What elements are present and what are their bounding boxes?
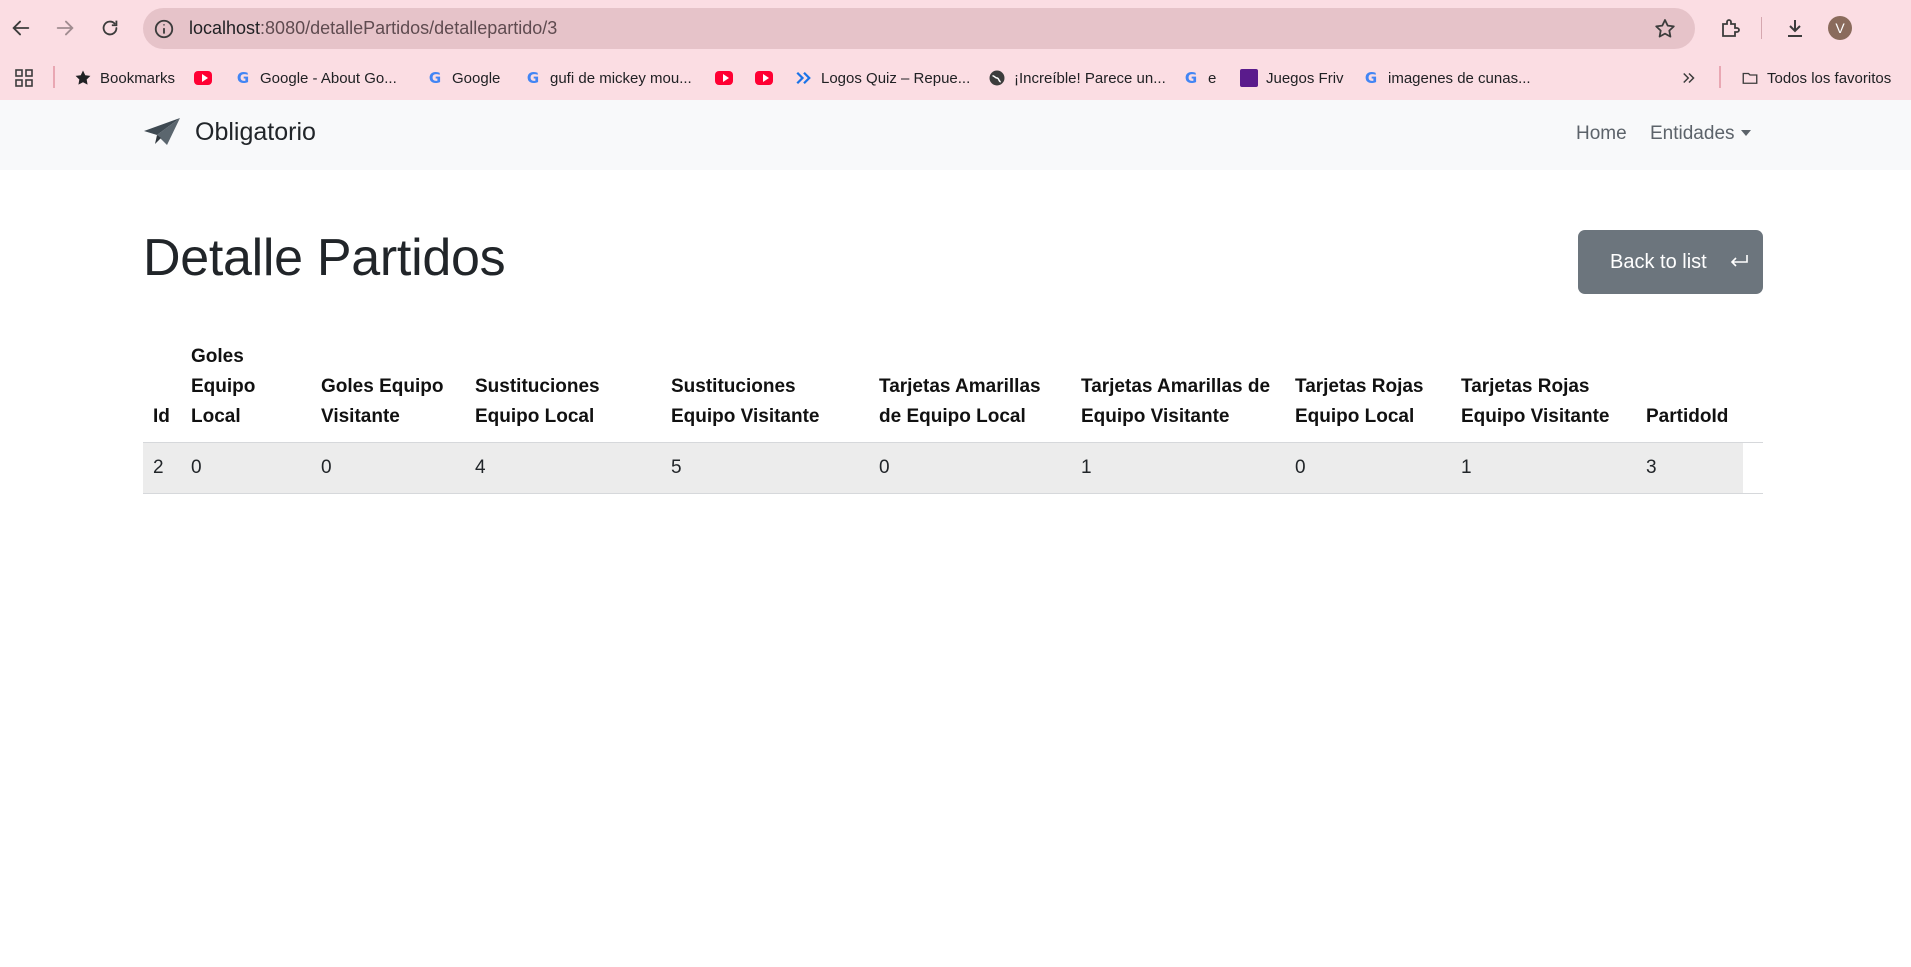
bookmark-label: ¡Increíble! Parece un...: [1014, 69, 1166, 87]
browser-chrome: localhost:8080/detallePartidos/detallepa…: [0, 0, 1911, 100]
column-header: Tarjetas Amarillas de Equipo Visitante: [1071, 338, 1285, 443]
bookmark-label: Logos Quiz – Repue...: [821, 69, 971, 87]
bookmark-item[interactable]: Bookmarks: [74, 66, 175, 90]
back-arrow-icon[interactable]: [3, 10, 39, 46]
back-to-list-button[interactable]: Back to list: [1578, 230, 1763, 294]
table-cell: 0: [311, 442, 465, 494]
nav-entidades-dropdown[interactable]: Entidades: [1650, 123, 1751, 145]
return-arrow-icon: [1730, 255, 1748, 267]
bookmark-item[interactable]: [715, 66, 733, 90]
folder-icon: [1741, 69, 1759, 87]
bookmark-item[interactable]: G imagenes de cunas...: [1362, 66, 1531, 90]
google-icon: G: [236, 69, 250, 87]
table-cell: 5: [661, 442, 869, 494]
reload-icon[interactable]: [92, 10, 128, 46]
address-bar[interactable]: localhost:8080/detallePartidos/detallepa…: [143, 8, 1695, 49]
column-header: Tarjetas Rojas Equipo Visitante: [1451, 338, 1636, 443]
column-header: Goles Equipo Visitante: [311, 338, 465, 443]
youtube-icon: [755, 69, 773, 87]
table-cell: 3: [1636, 442, 1743, 494]
page-title: Detalle Partidos: [143, 229, 506, 287]
table-spacer-cell: [1743, 442, 1763, 494]
url-text[interactable]: localhost:8080/detallePartidos/detallepa…: [189, 18, 557, 39]
column-header: Sustituciones Equipo Local: [465, 338, 661, 443]
table-cell: 1: [1451, 442, 1636, 494]
chevrons-icon: [795, 69, 813, 87]
column-header: Tarjetas Rojas Equipo Local: [1285, 338, 1451, 443]
globe-icon: [988, 69, 1006, 87]
apps-grid-icon[interactable]: [14, 66, 34, 90]
bookmark-label: Juegos Friv: [1266, 69, 1344, 87]
profile-avatar[interactable]: V: [1828, 16, 1852, 40]
friv-icon: [1240, 69, 1258, 87]
paper-plane-icon: [144, 118, 180, 145]
bookmark-item[interactable]: Logos Quiz – Repue...: [795, 66, 970, 90]
bookmark-item[interactable]: ¡Increíble! Parece un...: [988, 66, 1166, 90]
star-icon: [74, 69, 92, 87]
detalle-partido-table: Id Goles Equipo Local Goles Equipo Visit…: [143, 338, 1763, 494]
bookmark-label: imagenes de cunas...: [1388, 69, 1531, 87]
bookmarks-divider: [53, 66, 55, 88]
site-info-icon[interactable]: [153, 18, 175, 40]
bookmark-item[interactable]: [755, 66, 773, 90]
url-path: :8080/detallePartidos/detallepartido/3: [260, 18, 558, 38]
bookmarks-divider: [1719, 66, 1721, 88]
google-icon: G: [1184, 69, 1198, 87]
bookmark-item[interactable]: G e: [1182, 66, 1217, 90]
all-bookmarks-label: Todos los favoritos: [1767, 69, 1892, 87]
bookmark-item[interactable]: G Google - About Go...: [234, 66, 397, 90]
column-spacer: [1743, 338, 1763, 443]
google-icon: G: [428, 69, 442, 87]
table-cell: 0: [1285, 442, 1451, 494]
app-navbar: Obligatorio Home Entidades: [0, 100, 1911, 170]
url-host: localhost: [189, 18, 261, 38]
bookmark-label: gufi de mickey mou...: [550, 69, 692, 87]
bookmark-item[interactable]: Juegos Friv: [1240, 66, 1344, 90]
caret-down-icon: [1740, 130, 1751, 136]
bookmark-star-icon[interactable]: [1653, 17, 1677, 41]
download-icon[interactable]: [1781, 14, 1809, 42]
browser-toolbar: localhost:8080/detallePartidos/detallepa…: [0, 0, 1911, 56]
table-cell: 2: [143, 442, 181, 494]
bookmark-label: Google - About Go...: [260, 69, 397, 87]
table-cell: 4: [465, 442, 661, 494]
navbar-brand[interactable]: Obligatorio: [143, 117, 316, 147]
table-cell: 0: [869, 442, 1071, 494]
bookmark-item[interactable]: G gufi de mickey mou...: [524, 66, 692, 90]
bookmark-item[interactable]: G Google: [426, 66, 501, 90]
bookmarks-bar: Bookmarks G Google - About Go... G Googl…: [0, 56, 1911, 100]
bookmark-label: Bookmarks: [100, 69, 176, 87]
table-cell: 0: [181, 442, 311, 494]
bookmark-label: Google: [452, 69, 501, 87]
youtube-icon: [194, 69, 212, 87]
nav-home-link[interactable]: Home: [1576, 123, 1627, 145]
extensions-icon[interactable]: [1716, 14, 1744, 42]
table-header-row: Id Goles Equipo Local Goles Equipo Visit…: [143, 338, 1763, 443]
back-to-list-label: Back to list: [1610, 250, 1707, 273]
google-icon: G: [1364, 69, 1378, 87]
more-bookmarks-icon[interactable]: [1680, 66, 1698, 90]
forward-arrow-icon[interactable]: [47, 10, 83, 46]
table-row: 2 0 0 4 5 0 1 0 1 3: [143, 442, 1763, 494]
bookmark-item[interactable]: [194, 66, 212, 90]
google-icon: G: [526, 69, 540, 87]
brand-text: Obligatorio: [195, 117, 316, 146]
bookmark-label: e: [1208, 69, 1217, 87]
column-header: Goles Equipo Local: [181, 338, 311, 443]
column-header: Sustituciones Equipo Visitante: [661, 338, 869, 443]
toolbar-divider: [1761, 17, 1762, 39]
all-bookmarks-folder[interactable]: Todos los favoritos: [1741, 66, 1891, 90]
nav-entidades-label: Entidades: [1650, 123, 1735, 144]
column-header: Tarjetas Amarillas de Equipo Local: [869, 338, 1071, 443]
column-header: Id: [143, 338, 181, 443]
table-cell: 1: [1071, 442, 1285, 494]
youtube-icon: [715, 69, 733, 87]
column-header: PartidoId: [1636, 338, 1743, 443]
